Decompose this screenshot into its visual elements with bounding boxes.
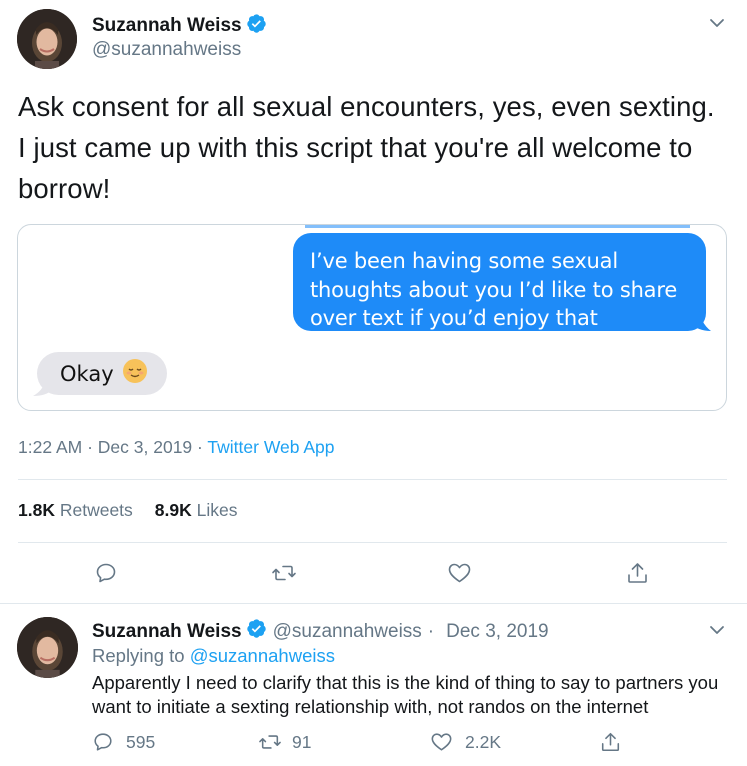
retweets-count: 1.8K: [18, 500, 55, 520]
reply-icon: [94, 733, 112, 751]
divider: [18, 479, 727, 480]
divider: [0, 603, 747, 604]
replying-to-link[interactable]: @suzannahweiss: [190, 645, 335, 666]
likes-label: Likes: [196, 500, 238, 520]
retweets-label: Retweets: [59, 500, 133, 520]
reply-reply-button[interactable]: 595: [92, 731, 155, 753]
likes-count: 8.9K: [154, 500, 192, 520]
retweet-icon: [272, 565, 296, 581]
reply-author-name[interactable]: Suzannah Weiss: [92, 621, 242, 643]
reply-text: Apparently I need to clarify that this i…: [92, 672, 719, 717]
retweet-button[interactable]: [271, 561, 297, 585]
share-icon: [601, 732, 620, 752]
reply-header: Suzannah Weiss @suzannahweiss · Dec 3, 2…: [92, 618, 549, 645]
retweet-icon: [259, 735, 281, 749]
chevron-down-icon[interactable]: [708, 621, 726, 644]
verified-badge-icon: [246, 618, 267, 645]
reply-share-button[interactable]: [599, 731, 622, 753]
author-name-row: Suzannah Weiss: [92, 13, 267, 39]
tweet-meta: 1:22 AM · Dec 3, 2019 · Twitter Web App: [18, 437, 335, 458]
reply-count: 595: [126, 731, 156, 752]
share-icon: [628, 563, 647, 583]
like-button[interactable]: [447, 561, 472, 585]
reply-author-avatar[interactable]: [17, 617, 78, 678]
like-icon: [448, 563, 471, 583]
retweet-count: 91: [292, 731, 312, 752]
outgoing-message-bubble: I’ve been having some sexual thoughts ab…: [293, 233, 706, 331]
like-icon: [431, 733, 452, 751]
tweet-text: Ask consent for all sexual encounters, y…: [18, 91, 715, 204]
relieved-face-emoji: [122, 358, 148, 389]
outgoing-bubble-tail: [690, 305, 711, 331]
author-avatar[interactable]: [17, 9, 77, 69]
incoming-message-bubble: Okay: [37, 352, 167, 395]
reply-icon: [96, 563, 116, 583]
tweet-time[interactable]: 1:22 AM: [18, 437, 82, 457]
likes-stat[interactable]: 8.9K Likes: [155, 500, 238, 521]
verified-badge-icon: [246, 13, 267, 39]
tweet-date[interactable]: Dec 3, 2019: [98, 437, 192, 457]
tweet-media-image[interactable]: I’ve been having some sexual thoughts ab…: [17, 224, 727, 411]
reply-like-button[interactable]: 2.2K: [430, 731, 501, 753]
author-handle[interactable]: @suzannahweiss: [92, 39, 241, 61]
author-name[interactable]: Suzannah Weiss: [92, 15, 242, 37]
meta-separator: ·: [427, 620, 435, 642]
incoming-message-text: Okay: [60, 361, 114, 386]
chevron-down-icon[interactable]: [708, 14, 726, 37]
meta-separator: ·: [87, 437, 93, 457]
divider: [18, 542, 727, 543]
reply-date[interactable]: Dec 3, 2019: [446, 621, 548, 643]
source-app-link[interactable]: Twitter Web App: [207, 437, 334, 457]
reply-retweet-button[interactable]: 91: [258, 731, 311, 753]
retweets-stat[interactable]: 1.8K Retweets: [18, 500, 133, 521]
like-count: 2.2K: [465, 731, 501, 752]
reply-author-handle[interactable]: @suzannahweiss: [273, 621, 422, 643]
reply-button[interactable]: [94, 561, 118, 585]
previous-bubble-edge: [305, 225, 690, 228]
engagement-stats: 1.8K Retweets 8.9K Likes: [18, 500, 238, 521]
meta-separator: ·: [197, 437, 203, 457]
replying-label: Replying to: [92, 645, 185, 666]
share-button[interactable]: [625, 561, 650, 585]
replying-to: Replying to @suzannahweiss: [92, 645, 335, 667]
